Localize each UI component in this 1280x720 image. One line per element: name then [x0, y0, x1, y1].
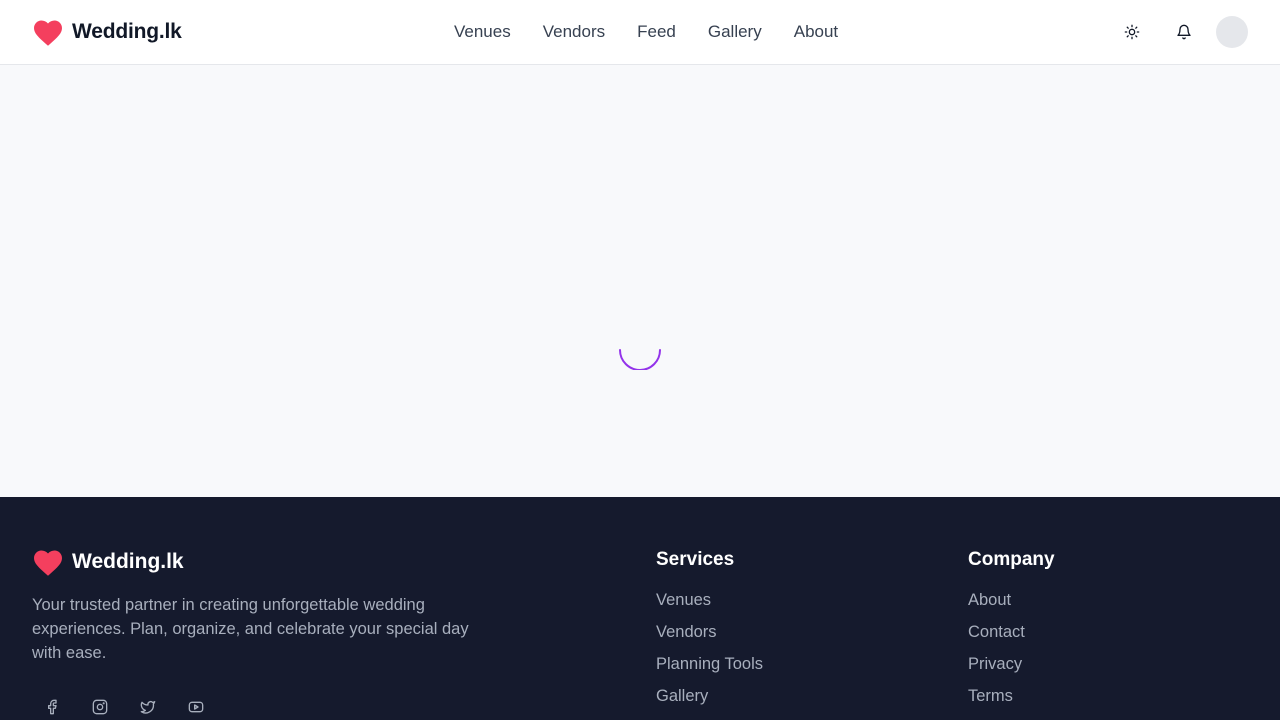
nav-vendors[interactable]: Vendors [527, 20, 621, 44]
site-header: Wedding.lk Venues Vendors Feed Gallery A… [0, 0, 1280, 65]
main-nav: Venues Vendors Feed Gallery About [438, 20, 854, 44]
heart-icon [34, 20, 62, 46]
bell-icon [1177, 24, 1191, 40]
main-content [0, 65, 1280, 497]
footer-link-terms[interactable]: Terms [968, 686, 1055, 706]
facebook-icon [48, 699, 57, 715]
social-links [36, 691, 212, 720]
twitter-link[interactable] [132, 691, 164, 720]
nav-feed[interactable]: Feed [621, 20, 692, 44]
facebook-link[interactable] [36, 691, 68, 720]
instagram-icon [92, 699, 108, 715]
footer-link-gallery[interactable]: Gallery [656, 686, 763, 706]
notifications-button[interactable] [1168, 16, 1200, 48]
youtube-icon [188, 701, 204, 713]
footer-brand-name: Wedding.lk [72, 550, 184, 573]
twitter-icon [140, 701, 156, 714]
nav-about[interactable]: About [778, 20, 854, 44]
brand-logo-link[interactable]: Wedding.lk [32, 17, 182, 47]
footer-link-about[interactable]: About [968, 590, 1055, 610]
footer-link-contact[interactable]: Contact [968, 622, 1055, 642]
footer-brand[interactable]: Wedding.lk [32, 547, 184, 577]
youtube-link[interactable] [180, 691, 212, 720]
footer-services-column: Services Venues Vendors Planning Tools G… [656, 549, 763, 718]
user-avatar[interactable] [1216, 16, 1248, 48]
footer-link-planning-tools[interactable]: Planning Tools [656, 654, 763, 674]
heart-icon [34, 550, 62, 576]
instagram-link[interactable] [84, 691, 116, 720]
footer-company-column: Company About Contact Privacy Terms [968, 549, 1055, 718]
nav-venues[interactable]: Venues [438, 20, 527, 44]
footer-link-privacy[interactable]: Privacy [968, 654, 1055, 674]
nav-gallery[interactable]: Gallery [692, 20, 778, 44]
brand-name: Wedding.lk [72, 20, 182, 43]
loading-spinner [619, 349, 661, 370]
theme-toggle-button[interactable] [1116, 16, 1148, 48]
footer-services-title: Services [656, 549, 735, 570]
footer-description: Your trusted partner in creating unforge… [32, 596, 469, 662]
footer-link-venues[interactable]: Venues [656, 590, 763, 610]
footer-company-title: Company [968, 549, 1055, 570]
sun-icon [1124, 24, 1140, 40]
site-footer: Wedding.lk Your trusted partner in creat… [0, 497, 1280, 720]
footer-link-vendors[interactable]: Vendors [656, 622, 763, 642]
